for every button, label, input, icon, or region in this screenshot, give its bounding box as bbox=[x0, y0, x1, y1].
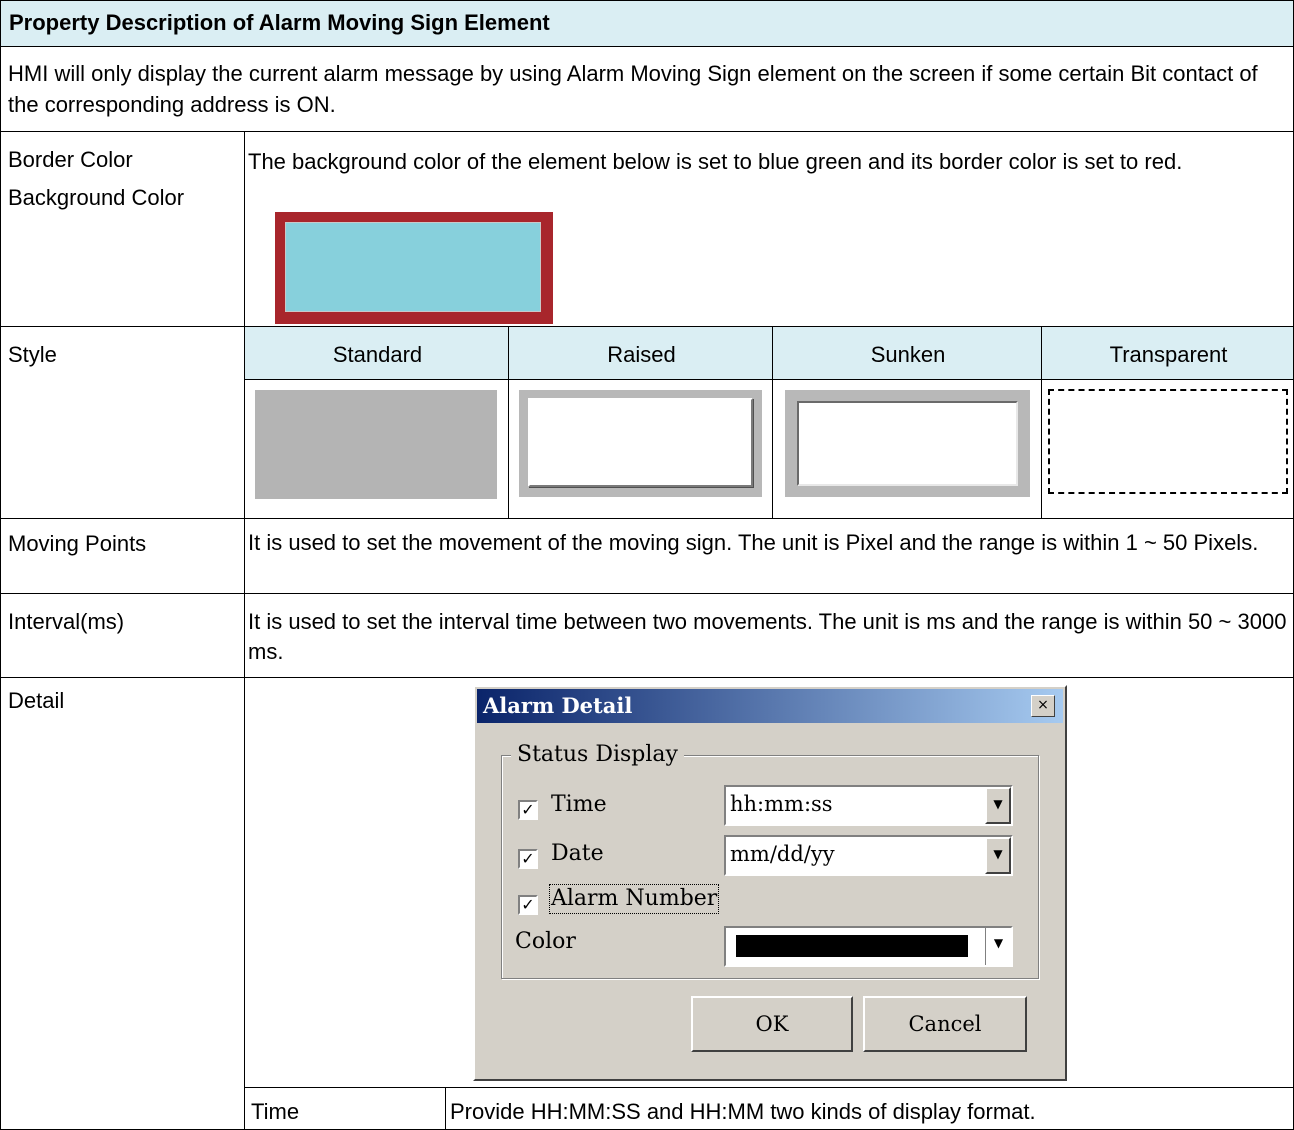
intro-text: HMI will only display the current alarm … bbox=[8, 61, 1258, 117]
background-color-label: Background Color bbox=[8, 185, 185, 210]
style-preview-cell-transparent bbox=[1041, 379, 1294, 519]
raised-preview bbox=[519, 390, 762, 497]
chevron-down-icon[interactable]: ▼ bbox=[985, 928, 1011, 965]
style-preview-cell-raised bbox=[508, 379, 773, 519]
status-display-label: Status Display bbox=[511, 741, 684, 769]
detail-time-desc-cell: Provide HH:MM:SS and HH:MM two kinds of … bbox=[445, 1087, 1294, 1130]
time-format-value: hh:mm:ss bbox=[730, 792, 833, 816]
time-checkbox[interactable]: ✓ bbox=[518, 800, 538, 820]
detail-label-cell: Detail bbox=[0, 677, 245, 1130]
style-preview-cell-standard bbox=[244, 379, 509, 519]
interval-desc-cell: It is used to set the interval time betw… bbox=[244, 593, 1294, 678]
style-option-transparent: Transparent bbox=[1109, 342, 1228, 367]
date-format-select[interactable]: mm/dd/yy ▼ bbox=[724, 835, 1013, 876]
time-format-select[interactable]: hh:mm:ss ▼ bbox=[724, 785, 1013, 826]
moving-points-desc: It is used to set the movement of the mo… bbox=[248, 530, 1259, 555]
interval-label-cell: Interval(ms) bbox=[0, 593, 245, 678]
border-color-label: Border Color bbox=[8, 147, 133, 172]
style-header-raised: Raised bbox=[508, 326, 773, 380]
standard-preview bbox=[255, 390, 497, 499]
style-option-standard: Standard bbox=[332, 342, 423, 367]
moving-points-label-cell: Moving Points bbox=[0, 518, 245, 594]
style-row-label-cell: Style bbox=[0, 326, 245, 519]
color-sample-fill bbox=[285, 222, 541, 312]
dialog-title: Alarm Detail bbox=[483, 693, 633, 718]
moving-points-label: Moving Points bbox=[8, 531, 147, 556]
color-label: Color bbox=[515, 929, 576, 954]
chevron-down-icon[interactable]: ▼ bbox=[985, 787, 1011, 824]
style-option-sunken: Sunken bbox=[870, 342, 946, 367]
close-icon[interactable]: × bbox=[1031, 695, 1055, 717]
interval-label: Interval(ms) bbox=[8, 609, 125, 634]
interval-desc: It is used to set the interval time betw… bbox=[248, 609, 1287, 664]
detail-content-cell: Alarm Detail × Status Display ✓ Time hh:… bbox=[244, 677, 1294, 1088]
border-row-desc-cell: The background color of the element belo… bbox=[244, 131, 1294, 327]
sunken-preview bbox=[785, 390, 1030, 497]
detail-time-desc: Provide HH:MM:SS and HH:MM two kinds of … bbox=[450, 1099, 1036, 1124]
alarm-number-checkbox[interactable]: ✓ bbox=[518, 895, 538, 915]
detail-label: Detail bbox=[8, 688, 65, 713]
style-option-raised: Raised bbox=[607, 342, 676, 367]
page-title: Property Description of Alarm Moving Sig… bbox=[9, 10, 550, 35]
title-row: Property Description of Alarm Moving Sig… bbox=[0, 0, 1294, 47]
date-checkbox[interactable]: ✓ bbox=[518, 849, 538, 869]
transparent-preview bbox=[1048, 389, 1288, 494]
style-header-sunken: Sunken bbox=[772, 326, 1042, 380]
color-sample bbox=[275, 212, 553, 324]
ok-button[interactable]: OK bbox=[691, 996, 853, 1052]
border-row-desc: The background color of the element belo… bbox=[248, 149, 1183, 174]
date-checkbox-label: Date bbox=[551, 841, 604, 866]
alarm-detail-dialog: Alarm Detail × Status Display ✓ Time hh:… bbox=[473, 685, 1067, 1081]
style-preview-cell-sunken bbox=[772, 379, 1042, 519]
alarm-number-checkbox-label: Alarm Number bbox=[549, 884, 720, 914]
moving-points-desc-cell: It is used to set the movement of the mo… bbox=[244, 518, 1294, 594]
detail-time-label: Time bbox=[251, 1099, 300, 1124]
color-swatch bbox=[736, 935, 968, 957]
intro-row: HMI will only display the current alarm … bbox=[0, 46, 1294, 132]
date-format-value: mm/dd/yy bbox=[730, 842, 835, 866]
cancel-button[interactable]: Cancel bbox=[863, 996, 1027, 1052]
dialog-titlebar: Alarm Detail × bbox=[477, 689, 1063, 723]
time-checkbox-label: Time bbox=[551, 792, 607, 817]
border-row-label-cell: Border Color Background Color bbox=[0, 131, 245, 327]
chevron-down-icon[interactable]: ▼ bbox=[985, 837, 1011, 874]
color-select[interactable]: ▼ bbox=[724, 926, 1013, 967]
detail-time-label-cell: Time bbox=[244, 1087, 446, 1130]
style-header-standard: Standard bbox=[244, 326, 509, 380]
style-label: Style bbox=[8, 342, 57, 367]
style-header-transparent: Transparent bbox=[1041, 326, 1294, 380]
